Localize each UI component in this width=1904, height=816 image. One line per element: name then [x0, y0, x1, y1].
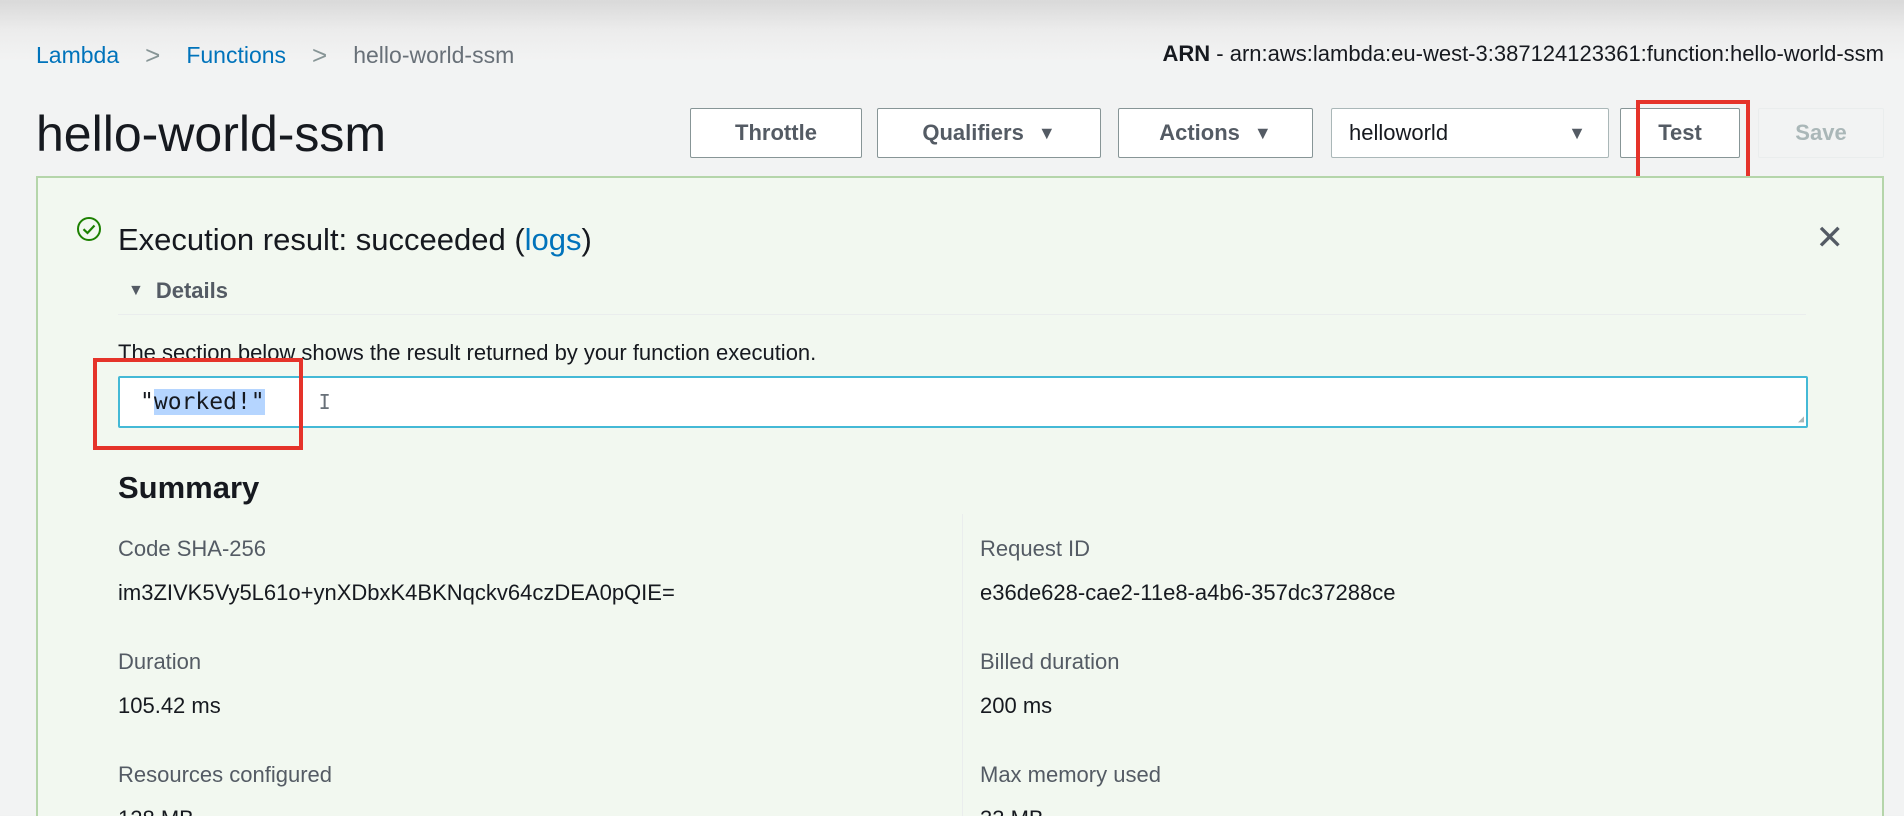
execution-output-textarea[interactable]: " worked!" I ◢ [118, 376, 1808, 428]
actions-dropdown-label: Actions [1159, 120, 1240, 145]
arn-label: ARN [1162, 41, 1211, 66]
breadcrumb-current: hello-world-ssm [353, 42, 515, 68]
qualifiers-dropdown-label: Qualifiers [922, 120, 1024, 145]
output-quote: " [140, 389, 154, 415]
page-title: hello-world-ssm [36, 106, 387, 162]
caret-down-icon: ▼ [1253, 122, 1272, 143]
billed-duration-label: Billed duration [980, 649, 1120, 674]
duration-value: 105.42 ms [118, 693, 221, 718]
duration-label: Duration [118, 649, 202, 674]
test-button-label: Test [1658, 120, 1702, 145]
billed-duration-value: 200 ms [980, 693, 1053, 718]
throttle-button[interactable]: Throttle [690, 108, 862, 158]
details-toggle[interactable]: ▼ Details [128, 278, 228, 304]
test-event-select[interactable]: helloworld ▼ [1331, 108, 1609, 158]
request-id-value: e36de628-cae2-11e8-a4b6-357dc37288ce [980, 580, 1396, 605]
column-divider [962, 514, 963, 816]
max-memory-used-value: 33 MB [980, 806, 1044, 816]
function-arn: ARN - arn:aws:lambda:eu-west-3:387124123… [1163, 41, 1884, 67]
resize-handle-icon[interactable]: ◢ [1798, 414, 1804, 425]
output-selected-text: worked!" [153, 389, 265, 415]
summary-title: Summary [118, 470, 260, 505]
test-button[interactable]: Test [1620, 108, 1740, 158]
breadcrumb-lambda-link[interactable]: Lambda [36, 42, 119, 69]
check-circle-icon [76, 216, 102, 247]
arn-value: - arn:aws:lambda:eu-west-3:387124123361:… [1210, 41, 1884, 66]
breadcrumb-functions-link[interactable]: Functions [186, 42, 286, 69]
actions-dropdown[interactable]: Actions ▼ [1118, 108, 1313, 158]
test-event-selected-value: helloworld [1349, 120, 1449, 145]
max-memory-used-label: Max memory used [980, 762, 1161, 787]
resources-configured-label: Resources configured [118, 762, 333, 787]
throttle-button-label: Throttle [735, 120, 817, 145]
text-cursor-icon: I [318, 390, 331, 414]
execution-result-title-suffix: ) [581, 222, 592, 257]
close-icon[interactable]: ✕ [1816, 218, 1845, 258]
execution-result-status: Execution result: succeeded ( [118, 222, 525, 257]
chevron-right-icon: > [145, 40, 161, 70]
qualifiers-dropdown[interactable]: Qualifiers ▼ [877, 108, 1101, 158]
save-button[interactable]: Save [1758, 108, 1884, 158]
breadcrumb: Lambda > Functions > hello-world-ssm [36, 40, 514, 71]
details-toggle-label: Details [155, 278, 228, 303]
execution-result-title: Execution result: succeeded (logs) [118, 222, 592, 258]
divider [118, 314, 1806, 315]
caret-down-icon: ▼ [1037, 122, 1056, 143]
save-button-label: Save [1795, 120, 1847, 145]
caret-down-icon: ▼ [128, 282, 144, 299]
chevron-right-icon: > [312, 40, 328, 70]
execution-result-panel: Execution result: succeeded (logs) ✕ ▼ D… [36, 176, 1884, 816]
code-sha256-value: im3ZIVK5Vy5L61o+ynXDbxK4BKNqckv64czDEA0p… [118, 580, 675, 605]
logs-link[interactable]: logs [525, 222, 582, 257]
caret-down-icon: ▼ [1568, 122, 1586, 143]
request-id-label: Request ID [980, 536, 1091, 561]
code-sha256-label: Code SHA-256 [118, 536, 266, 561]
resources-configured-value: 128 MB [118, 806, 194, 816]
result-description: The section below shows the result retur… [118, 340, 817, 365]
